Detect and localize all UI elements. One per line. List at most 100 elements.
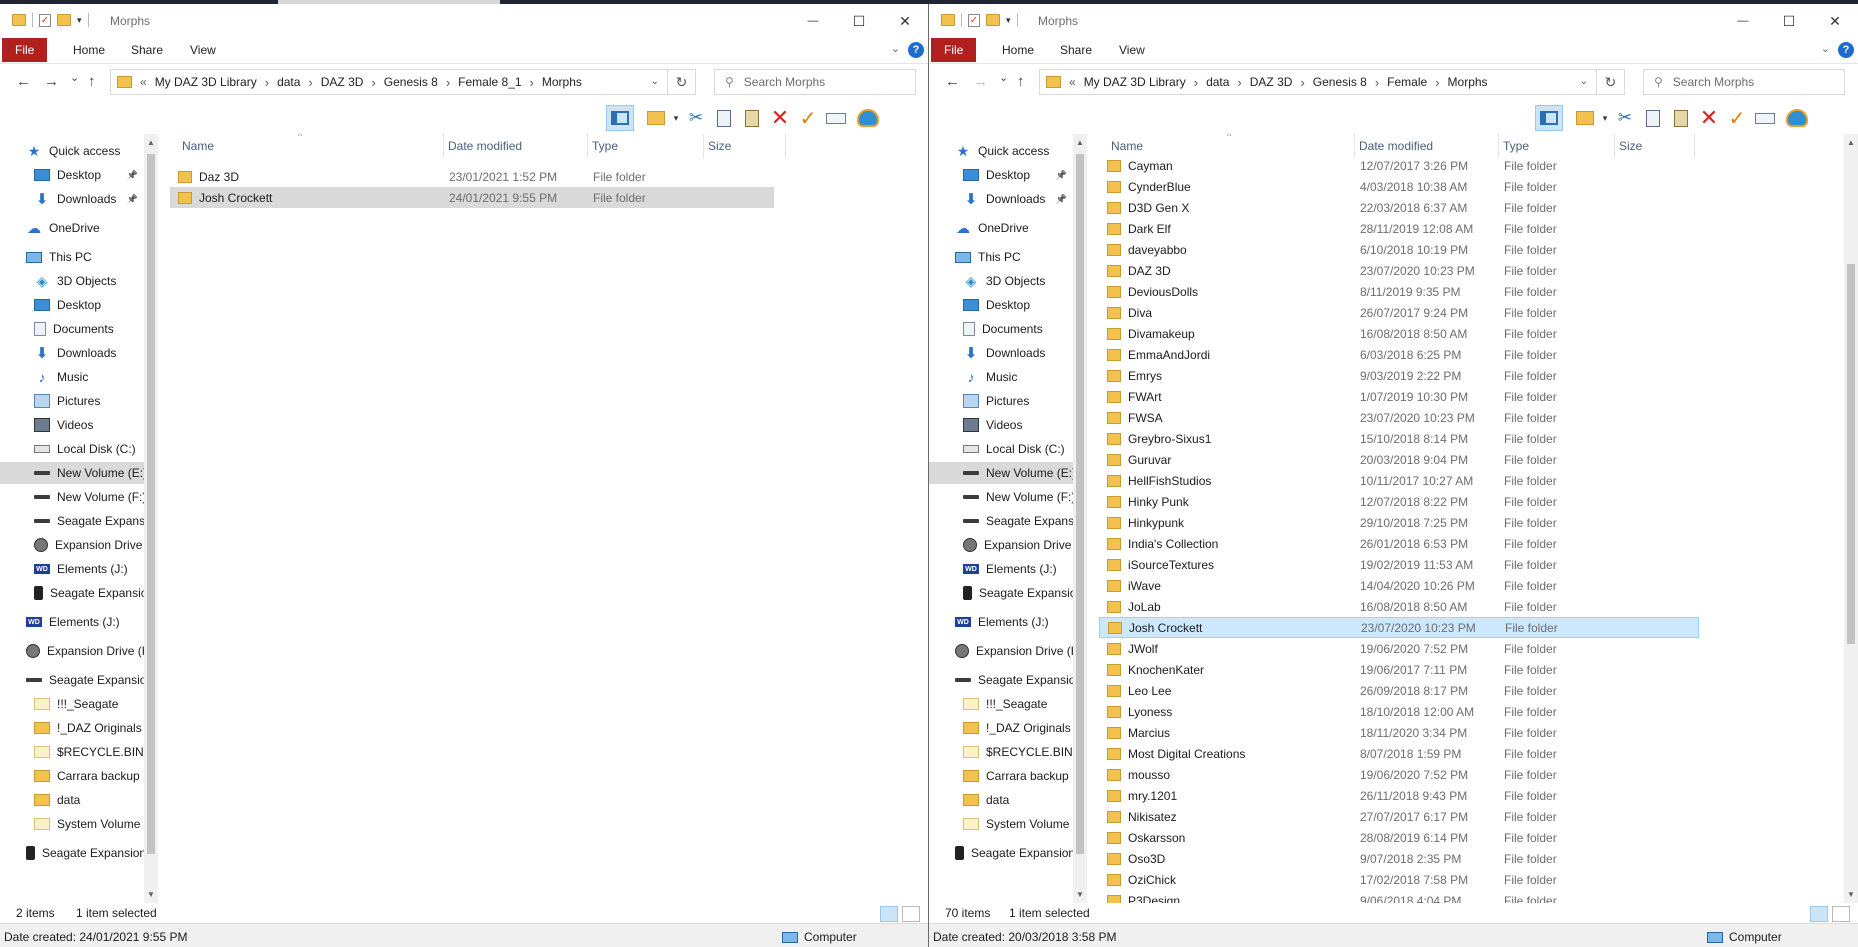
file-row[interactable]: mousso 19/06/2020 7:52 PM File folder [1099, 764, 1699, 785]
select-icon[interactable]: ✓ [794, 105, 822, 131]
forward-icon[interactable]: → [973, 73, 988, 90]
column-header-date-modified[interactable]: Date modified [444, 134, 588, 158]
scroll-down-icon[interactable]: ▼ [147, 890, 155, 899]
nav-item[interactable]: ☁ OneDrive [0, 217, 144, 239]
nav-item[interactable]: Pictures [929, 390, 1073, 412]
file-row[interactable]: Josh Crockett 23/07/2020 10:23 PM File fol… [1099, 617, 1699, 638]
nav-item[interactable]: Videos [929, 414, 1073, 436]
file-row[interactable]: daveyabbo 6/10/2018 10:19 PM File folder [1099, 239, 1699, 260]
cut-icon[interactable]: ✂ [1611, 105, 1639, 131]
nav-item[interactable]: WD Elements (J:) [0, 611, 144, 633]
breadcrumb-chevron-icon[interactable]: › [371, 75, 375, 90]
file-row[interactable]: Josh Crockett 24/01/2021 9:55 PM File fold… [170, 187, 774, 208]
nav-item[interactable]: Pictures [0, 390, 144, 412]
details-view-icon[interactable] [1810, 906, 1828, 922]
nav-item[interactable]: !_DAZ Originals [0, 717, 144, 739]
nav-item[interactable]: System Volume Information [0, 813, 144, 835]
tab-home[interactable]: Home [989, 38, 1047, 62]
file-row[interactable]: Diva 26/07/2017 9:24 PM File folder [1099, 302, 1699, 323]
new-folder-icon[interactable] [1571, 105, 1599, 131]
file-row[interactable]: EmmaAndJordi 6/03/2018 6:25 PM File folder [1099, 344, 1699, 365]
breadcrumb-chevron-icon[interactable]: › [1237, 75, 1241, 90]
minimize-icon[interactable]: — [1720, 4, 1766, 38]
breadcrumb-item[interactable]: DAZ 3D [1250, 75, 1293, 89]
breadcrumb-item[interactable]: data [1206, 75, 1229, 89]
paste-icon[interactable] [738, 105, 766, 131]
file-row[interactable]: Most Digital Creations 8/07/2018 1:59 PM F… [1099, 743, 1699, 764]
file-row[interactable]: Nikisatez 27/07/2017 6:17 PM File folder [1099, 806, 1699, 827]
nav-item[interactable]: Desktop 📌 [929, 164, 1073, 186]
tab-file[interactable]: File [2, 38, 48, 62]
nav-item[interactable]: ♪ Music [0, 366, 144, 388]
up-icon[interactable]: ↑ [88, 73, 96, 90]
nav-item[interactable]: Local Disk (C:) [929, 438, 1073, 460]
file-row[interactable]: DeviousDolls 8/11/2019 9:35 PM File folder [1099, 281, 1699, 302]
new-folder-icon[interactable] [57, 14, 71, 26]
nav-item[interactable]: Videos [0, 414, 144, 436]
nav-item[interactable]: ★ Quick access [929, 140, 1073, 162]
paste-icon[interactable] [1667, 105, 1695, 131]
file-row[interactable]: Hinkypunk 29/10/2018 7:25 PM File folder [1099, 512, 1699, 533]
nav-item[interactable]: This PC [0, 246, 144, 268]
nav-item[interactable]: Seagate Expansion [929, 669, 1073, 691]
file-row[interactable]: Guruvar 20/03/2018 9:04 PM File folder [1099, 449, 1699, 470]
delete-icon[interactable]: ✕ [1695, 105, 1723, 131]
nav-scrollbar[interactable]: ▲ ▼ [1073, 134, 1087, 903]
nav-item[interactable]: Carrara backup [929, 765, 1073, 787]
file-row[interactable]: Cayman 12/07/2017 3:26 PM File folder [1099, 155, 1699, 176]
close-icon[interactable]: ✕ [1812, 4, 1858, 38]
scroll-up-icon[interactable]: ▲ [1847, 138, 1855, 147]
customize-dropdown-icon[interactable]: ▾ [1006, 15, 1011, 26]
copy-icon[interactable] [710, 105, 738, 131]
tab-file[interactable]: File [931, 38, 977, 62]
help-icon[interactable]: ? [908, 42, 924, 58]
new-folder-dropdown-icon[interactable]: ▾ [1599, 105, 1611, 131]
new-folder-icon[interactable] [642, 105, 670, 131]
breadcrumb-item[interactable]: DAZ 3D [321, 75, 364, 89]
breadcrumb-item[interactable]: Female [1387, 75, 1427, 89]
breadcrumb-item[interactable]: Female 8_1 [458, 75, 521, 89]
breadcrumb-chevron-icon[interactable]: › [1375, 75, 1379, 90]
navigation-pane-icon[interactable] [1535, 105, 1563, 131]
nav-item[interactable]: New Volume (E:) [929, 462, 1073, 484]
file-row[interactable]: CynderBlue 4/03/2018 10:38 AM File folder [1099, 176, 1699, 197]
nav-item[interactable]: ⬇ Downloads [0, 342, 144, 364]
nav-item[interactable]: New Volume (F:) [0, 486, 144, 508]
nav-item[interactable]: ☁ OneDrive [929, 217, 1073, 239]
file-row[interactable]: KnochenKater 19/06/2017 7:11 PM File folde… [1099, 659, 1699, 680]
nav-item[interactable]: Seagate Expansion [929, 582, 1073, 604]
recent-locations-icon[interactable]: ⌄ [70, 71, 79, 84]
nav-item[interactable]: ♪ Music [929, 366, 1073, 388]
address-bar[interactable]: « My DAZ 3D Library › data › DAZ 3D › Genesis 8… [1039, 69, 1597, 95]
rename-icon[interactable] [1751, 105, 1779, 131]
file-row[interactable]: P3Design 9/06/2018 4:04 PM File folder [1099, 890, 1699, 903]
file-row[interactable]: Divamakeup 16/08/2018 8:50 AM File folder [1099, 323, 1699, 344]
recent-locations-icon[interactable]: ⌄ [999, 71, 1008, 84]
help-icon[interactable]: ? [1838, 42, 1854, 58]
file-row[interactable]: JWolf 19/06/2020 7:52 PM File folder [1099, 638, 1699, 659]
nav-item[interactable]: Seagate Expansion [0, 842, 144, 864]
breadcrumb-item[interactable]: My DAZ 3D Library [1084, 75, 1186, 89]
breadcrumb-item[interactable]: My DAZ 3D Library [155, 75, 257, 89]
refresh-button[interactable]: ↻ [668, 69, 696, 95]
navigation-pane-icon[interactable] [606, 105, 634, 131]
file-row[interactable]: iSourceTextures 19/02/2019 11:53 AM File f… [1099, 554, 1699, 575]
nav-item[interactable]: data [0, 789, 144, 811]
file-row[interactable]: OziChick 17/02/2018 7:58 PM File folder [1099, 869, 1699, 890]
copy-icon[interactable] [1639, 105, 1667, 131]
nav-item[interactable]: data [929, 789, 1073, 811]
nav-item[interactable]: !_DAZ Originals [929, 717, 1073, 739]
cut-icon[interactable]: ✂ [682, 105, 710, 131]
nav-item[interactable]: Local Disk (C:) [0, 438, 144, 460]
nav-item[interactable]: $RECYCLE.BIN [929, 741, 1073, 763]
file-row[interactable]: Leo Lee 26/09/2018 8:17 PM File folder [1099, 680, 1699, 701]
path-overflow[interactable]: « [140, 75, 147, 89]
nav-item[interactable]: Expansion Drive (H:) [929, 640, 1073, 662]
file-row[interactable]: HellFishStudios 10/11/2017 10:27 AM File f… [1099, 470, 1699, 491]
select-icon[interactable]: ✓ [1723, 105, 1751, 131]
minimize-icon[interactable]: — [790, 4, 836, 38]
nav-item[interactable]: ◈ 3D Objects [0, 270, 144, 292]
nav-item[interactable]: WD Elements (J:) [929, 611, 1073, 633]
nav-scrollbar[interactable]: ▲ ▼ [144, 134, 158, 903]
path-overflow[interactable]: « [1069, 75, 1076, 89]
